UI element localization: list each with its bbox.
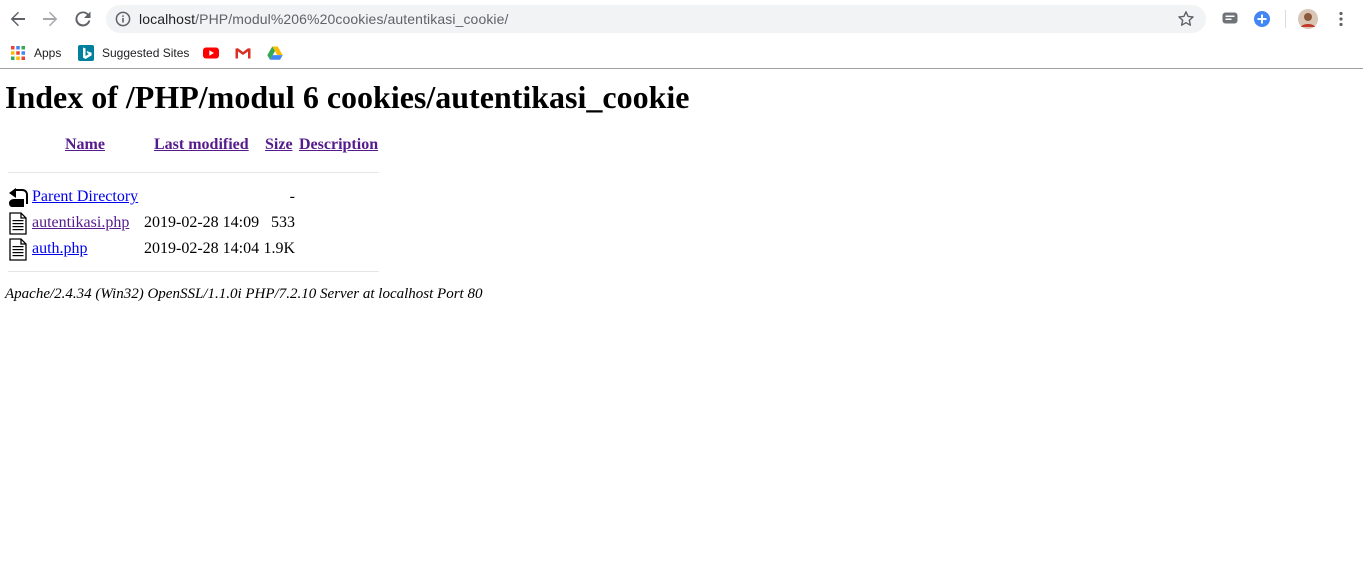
- bookmark-label: Suggested Sites: [102, 46, 190, 60]
- file-link-autentikasi-php[interactable]: autentikasi.php: [32, 214, 129, 232]
- bookmark-youtube[interactable]: [203, 42, 219, 64]
- forward-button[interactable]: [38, 7, 62, 31]
- avatar-icon: [1298, 9, 1318, 29]
- bookmark-apps[interactable]: Apps: [10, 42, 61, 64]
- apps-grid-icon: [11, 46, 25, 60]
- page-title: Index of /PHP/modul 6 cookies/autentikas…: [5, 79, 690, 115]
- server-signature: Apache/2.4.34 (Win32) OpenSSL/1.1.0i PHP…: [5, 286, 483, 302]
- file-modified: 2019-02-28 14:04: [144, 240, 260, 257]
- text-file-icon: [9, 212, 27, 235]
- bookmark-gmail[interactable]: [235, 42, 251, 64]
- file-modified: 2019-02-28 14:09: [144, 214, 260, 231]
- extension-chat-button[interactable]: [1220, 9, 1240, 29]
- file-link-auth-php[interactable]: auth.php: [32, 240, 88, 258]
- file-size: -: [289, 188, 295, 205]
- reload-button[interactable]: [71, 7, 95, 31]
- parent-directory-link[interactable]: Parent Directory: [32, 188, 138, 206]
- bookmark-label: Apps: [34, 46, 62, 60]
- bookmark-star-icon[interactable]: [1177, 10, 1195, 28]
- gmail-icon: [235, 47, 251, 59]
- text-file-icon: [9, 238, 27, 261]
- chat-bubble-icon: [1222, 12, 1238, 24]
- listing-row: auth.php 2019-02-28 14:04 1.9K: [5, 238, 385, 262]
- back-arrow-icon: [9, 188, 28, 207]
- url-path: /PHP/modul%206%20cookies/autentikasi_coo…: [195, 11, 509, 27]
- column-header-description[interactable]: Description: [299, 136, 378, 154]
- column-header-name[interactable]: Name: [65, 136, 105, 154]
- url-text[interactable]: localhost/PHP/modul%206%20cookies/autent…: [139, 11, 509, 27]
- forward-arrow-icon: [43, 11, 58, 27]
- profile-avatar[interactable]: [1298, 9, 1318, 29]
- address-bar[interactable]: localhost/PHP/modul%206%20cookies/autent…: [106, 5, 1206, 33]
- back-button[interactable]: [6, 7, 30, 31]
- bookmark-google-drive[interactable]: [267, 42, 283, 64]
- page-content: Index of /PHP/modul 6 cookies/autentikas…: [0, 70, 1363, 561]
- toolbar-separator: [1285, 10, 1286, 28]
- more-vertical-icon: [1339, 11, 1343, 27]
- extension-add-button[interactable]: [1252, 9, 1272, 29]
- column-header-last-modified[interactable]: Last modified: [154, 136, 249, 154]
- listing-row: autentikasi.php 2019-02-28 14:09 533: [5, 212, 385, 236]
- youtube-icon: [203, 47, 219, 59]
- listing-row-parent: Parent Directory -: [5, 186, 385, 210]
- bing-icon: [78, 45, 94, 61]
- url-host: localhost: [139, 11, 196, 27]
- menu-button[interactable]: [1331, 9, 1351, 29]
- bookmark-suggested-sites[interactable]: Suggested Sites: [78, 42, 189, 64]
- divider-bottom: [8, 271, 379, 272]
- divider-top: [8, 172, 379, 173]
- plus-circle-icon: [1254, 11, 1270, 27]
- file-size: 533: [271, 214, 295, 231]
- google-drive-icon: [267, 46, 283, 60]
- browser-toolbar: localhost/PHP/modul%206%20cookies/autent…: [0, 0, 1363, 38]
- reload-icon: [75, 11, 91, 27]
- bookmarks-bar: Apps Suggested Sites: [0, 38, 1363, 69]
- site-info-icon[interactable]: [115, 11, 131, 27]
- back-arrow-nav-icon: [10, 11, 25, 27]
- file-size: 1.9K: [263, 240, 295, 257]
- column-header-size[interactable]: Size: [265, 136, 293, 154]
